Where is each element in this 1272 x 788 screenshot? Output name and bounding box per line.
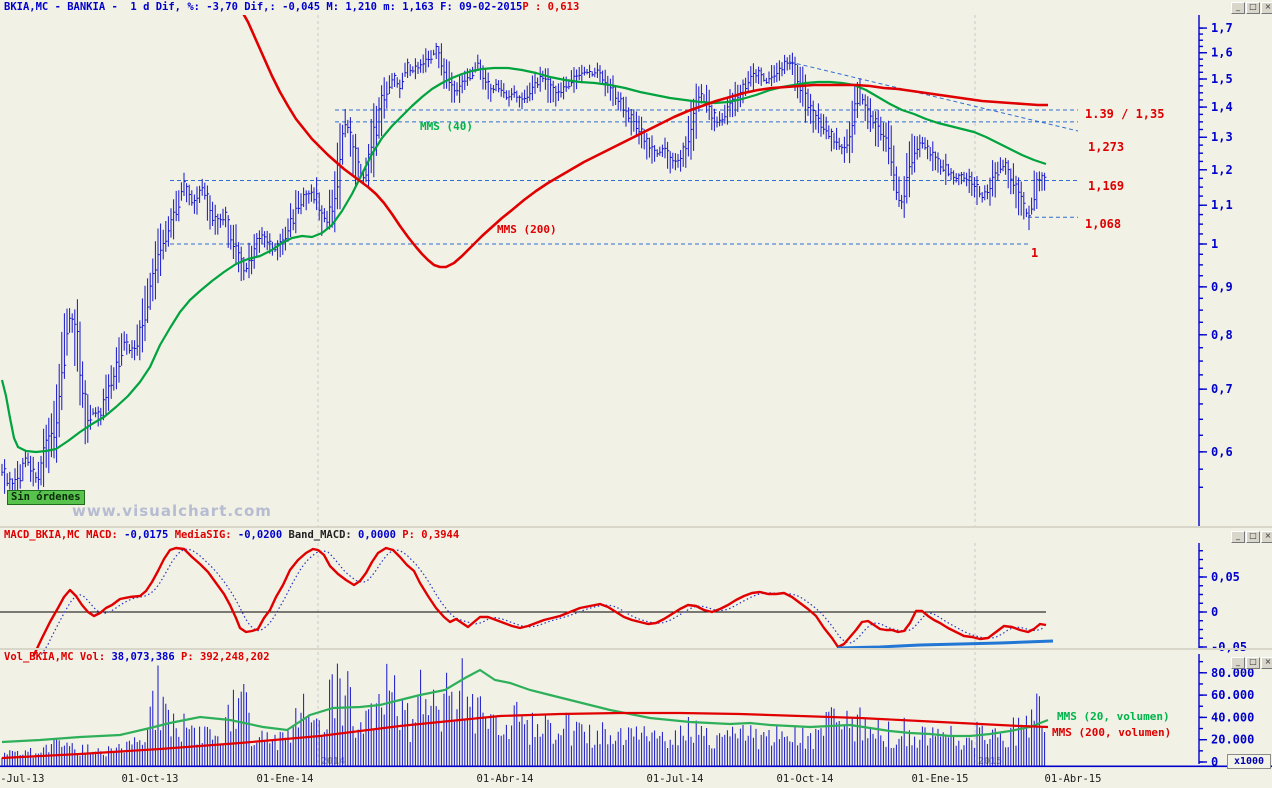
chart-canvas[interactable]: 2014 2015 1,7 1,6 1,5 1,4 1,3 1,2 1,1 1 0,9 0,8 0,7 0… [0, 0, 1272, 788]
date-label: 01-Oct-13 [122, 773, 179, 785]
volume-title: Vol_BKIA,MC Vol: [4, 651, 106, 663]
svg-text:0,8: 0,8 [1211, 328, 1233, 342]
minimize-button[interactable]: _ [1231, 657, 1245, 669]
close-button[interactable]: × [1261, 2, 1272, 14]
maximize-button[interactable]: □ [1246, 657, 1260, 669]
candlesticks [1, 42, 1046, 496]
macd-p-title: P: [395, 529, 415, 541]
macd-panel-window-controls: _ □ × [1231, 531, 1272, 543]
close-button[interactable]: × [1261, 531, 1272, 543]
date-label: 01-Abr-14 [477, 773, 534, 785]
price-level-label-1273: 1,273 [1088, 140, 1125, 154]
svg-text:1,5: 1,5 [1211, 72, 1233, 86]
visual-chart-window: 2014 2015 1,7 1,6 1,5 1,4 1,3 1,2 1,1 1 0,9 0,8 0,7 0… [0, 0, 1272, 788]
price-panel-window-controls: _ □ × [1231, 2, 1272, 14]
macd-band-title: Band_MACD: [282, 529, 352, 541]
svg-text:0,7: 0,7 [1211, 382, 1233, 396]
mms40-label: MMS (40) [420, 120, 473, 133]
panel-splitter[interactable] [0, 526, 1272, 528]
maximize-button[interactable]: □ [1246, 531, 1260, 543]
date-label: 01-Ene-14 [257, 773, 314, 785]
price-panel[interactable] [0, 8, 1080, 527]
svg-text:1,4: 1,4 [1211, 100, 1233, 114]
macd-title: MACD_BKIA,MC MACD: [4, 529, 118, 541]
time-axis [0, 765, 1272, 768]
svg-text:0,6: 0,6 [1211, 445, 1233, 459]
minimize-button[interactable]: _ [1231, 2, 1245, 14]
date-label: 01-Oct-14 [777, 773, 834, 785]
price-level-label-1068: 1,068 [1085, 217, 1122, 231]
macd-signal-title: MediaSIG: [168, 529, 232, 541]
svg-text:40.000: 40.000 [1211, 710, 1254, 724]
quote-header: BKIA,MC - BANKIA - 1 d Dif, %: -3,70 Dif… [4, 1, 579, 13]
svg-text:-0,05: -0,05 [1211, 640, 1247, 654]
maximize-button[interactable]: □ [1246, 2, 1260, 14]
svg-text:60.000: 60.000 [1211, 688, 1254, 702]
macd-header: MACD_BKIA,MC MACD: -0,0175 MediaSIG: -0,… [4, 529, 459, 541]
mms40-line [0, 66, 1047, 454]
vol-mms20-label: MMS (20, volumen) [1057, 710, 1170, 723]
vol-mms200-label: MMS (200, volumen) [1052, 726, 1172, 739]
macd-band-value: 0,0000 [351, 529, 396, 541]
watermark: www.visualchart.com [72, 502, 272, 520]
macd-signal-value: -0,0200 [231, 529, 283, 541]
quote-header-price: P : 0,613 [522, 1, 580, 13]
volume-bars [1, 658, 1046, 766]
svg-text:1,6: 1,6 [1211, 46, 1233, 60]
macd-band-line [837, 639, 1054, 650]
svg-text:1,1: 1,1 [1211, 198, 1233, 212]
macd-p-value: 0,3944 [414, 529, 460, 541]
volume-p-title: P: [174, 651, 194, 663]
date-label: 01-Jul-13 [0, 773, 44, 785]
svg-text:0,9: 0,9 [1211, 280, 1233, 294]
mms200-label: MMS (200) [497, 223, 557, 236]
price-level-label-1169: 1,169 [1088, 179, 1125, 193]
date-label: 01-Jul-14 [647, 773, 704, 785]
macd-value: -0,0175 [117, 529, 169, 541]
svg-text:20.000: 20.000 [1211, 733, 1254, 747]
svg-text:1: 1 [1211, 237, 1218, 251]
candle-close-ticks [2, 46, 1047, 484]
price-level-label-1: 1 [1031, 246, 1039, 260]
volume-header: Vol_BKIA,MC Vol: 38,073,386 P: 392,248,2… [4, 651, 270, 663]
date-label: 01-Ene-15 [912, 773, 969, 785]
volume-value: 38,073,386 [105, 651, 175, 663]
close-button[interactable]: × [1261, 657, 1272, 669]
date-label: 01-Abr-15 [1045, 773, 1102, 785]
volume-panel-window-controls: _ □ × [1231, 657, 1272, 669]
minimize-button[interactable]: _ [1231, 531, 1245, 543]
price-level-label-139-135: 1.39 / 1,35 [1085, 107, 1165, 121]
svg-text:1,2: 1,2 [1211, 163, 1233, 177]
volume-panel[interactable]: 2014 2015 [1, 652, 1049, 768]
volume-scale-unit: x1000 [1227, 754, 1271, 769]
svg-text:0: 0 [1211, 605, 1218, 619]
quote-header-main: BKIA,MC - BANKIA - 1 d Dif, %: -3,70 Dif… [4, 1, 523, 13]
svg-text:1,3: 1,3 [1211, 130, 1233, 144]
volume-p-value: 392,248,202 [193, 651, 270, 663]
panel-splitter[interactable] [0, 648, 1272, 650]
svg-text:0,05: 0,05 [1211, 570, 1240, 584]
svg-text:1,7: 1,7 [1211, 21, 1233, 35]
